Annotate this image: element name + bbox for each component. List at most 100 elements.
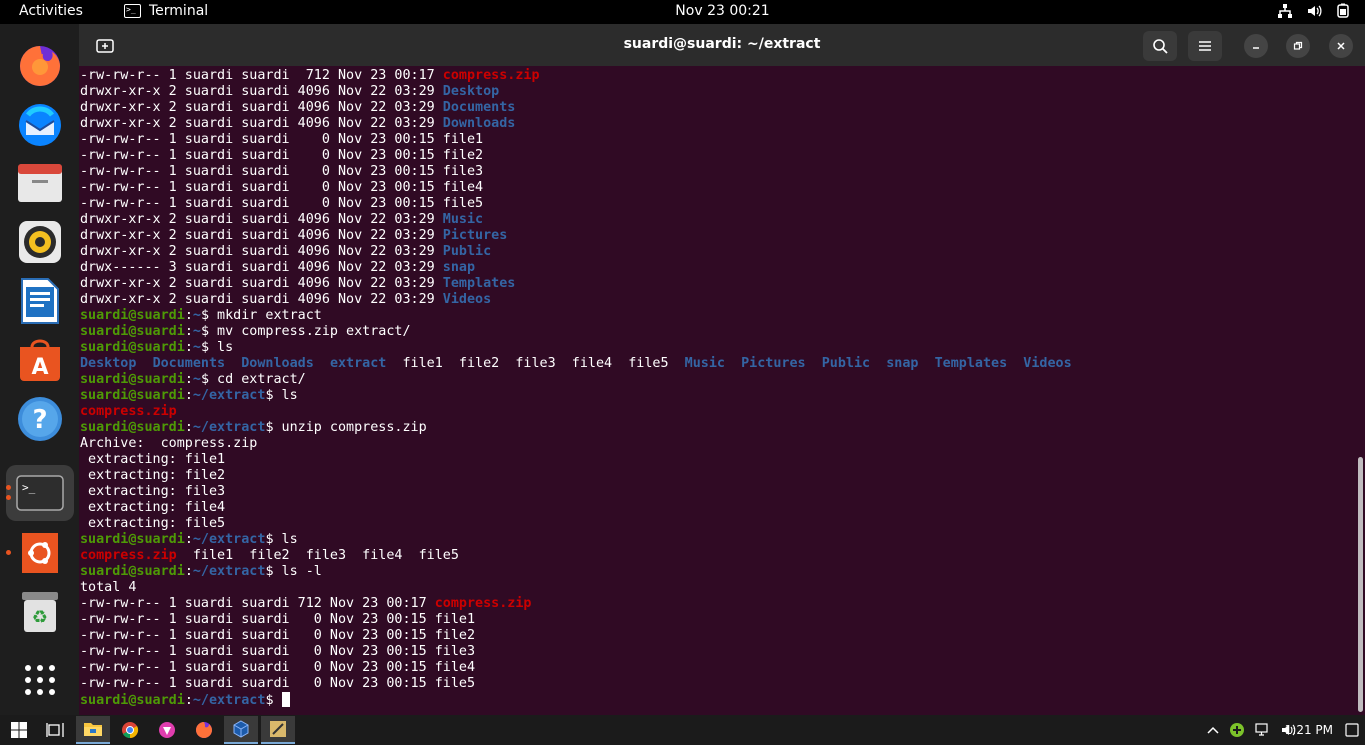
terminal-text: -rw-rw-r-- 1 suardi suardi 0 Nov 23 00:1… (80, 164, 484, 179)
taskbar-brave[interactable] (150, 716, 184, 744)
help-dock-icon[interactable]: ? (13, 392, 66, 445)
taskbar-active-app[interactable] (261, 716, 295, 744)
terminal-text: ~/extract (192, 564, 266, 579)
taskbar-file-explorer[interactable] (76, 716, 110, 744)
network-icon[interactable] (1255, 723, 1271, 737)
terminal-text: $ mv compress.zip extract/ (200, 324, 411, 339)
taskbar-clock[interactable]: 1:21 PM (1285, 723, 1333, 737)
minimize-icon (1253, 47, 1259, 49)
svg-text:A: A (31, 355, 48, 380)
network-icon[interactable] (1277, 3, 1293, 19)
terminal-text: drwxr-xr-x 2 suardi suardi 4096 Nov 22 0… (80, 116, 443, 131)
thunderbird-dock-icon[interactable] (13, 98, 66, 151)
brave-icon (159, 722, 175, 738)
terminal-text: $ (265, 693, 282, 708)
terminal-text: -rw-rw-r-- 1 suardi suardi 0 Nov 23 00:1… (80, 196, 484, 211)
terminal-text: -rw-rw-r-- 1 suardi suardi 712 Nov 23 00… (80, 596, 435, 611)
terminal-text: Templates (934, 356, 1008, 371)
ubuntu-installer-dock-icon[interactable] (13, 526, 66, 579)
update-status-icon[interactable] (1229, 722, 1245, 738)
notification-button[interactable] (1345, 723, 1359, 737)
terminal-text: file1 file2 file3 file4 file5 (176, 548, 459, 563)
terminal-text: suardi@suardi (80, 532, 185, 547)
windows-start-button[interactable] (2, 716, 36, 744)
terminal-text: extracting: file2 (80, 468, 226, 483)
terminal-text: extract (329, 356, 387, 371)
files-dock-icon[interactable] (13, 156, 66, 209)
close-button[interactable] (1329, 34, 1353, 58)
terminal-text: drwxr-xr-x 2 suardi suardi 4096 Nov 22 0… (80, 84, 443, 99)
terminal-text: -rw-rw-r-- 1 suardi suardi 0 Nov 23 00:1… (80, 132, 484, 147)
terminal-line: drwxr-xr-x 2 suardi suardi 4096 Nov 22 0… (80, 244, 1350, 260)
terminal-text: : (184, 372, 193, 387)
terminal-text: drwxr-xr-x 2 suardi suardi 4096 Nov 22 0… (80, 212, 443, 227)
terminal-dock-icon[interactable]: >_ (6, 465, 74, 521)
top-bar-clock[interactable]: Nov 23 00:21 (0, 3, 1365, 19)
search-button[interactable] (1143, 31, 1177, 61)
maximize-button[interactable] (1286, 34, 1310, 58)
svg-text:?: ? (32, 405, 47, 435)
terminal-line: -rw-rw-r-- 1 suardi suardi 0 Nov 23 00:1… (80, 164, 1350, 180)
terminal-line: suardi@suardi:~$ cd extract/ (80, 372, 1350, 388)
terminal-text: suardi@suardi (80, 388, 185, 403)
terminal-text: drwx------ 3 suardi suardi 4096 Nov 22 0… (80, 260, 443, 275)
terminal-text: extracting: file5 (80, 516, 226, 531)
show-applications-icon[interactable] (13, 653, 66, 706)
terminal-text: suardi@suardi (80, 324, 185, 339)
notification-icon (1345, 723, 1359, 737)
terminal-text: ~/extract (192, 532, 266, 547)
terminal-text: extracting: file3 (80, 484, 226, 499)
rhythmbox-dock-icon[interactable] (13, 215, 66, 268)
terminal-text: : (184, 308, 193, 323)
terminal-text: -rw-rw-r-- 1 suardi suardi 0 Nov 23 00:1… (80, 628, 476, 643)
terminal-line: -rw-rw-r-- 1 suardi suardi 712 Nov 23 00… (80, 68, 1350, 84)
terminal-text: extracting: file4 (80, 500, 226, 515)
terminal-line: drwxr-xr-x 2 suardi suardi 4096 Nov 22 0… (80, 292, 1350, 308)
folder-icon (84, 723, 102, 736)
terminal-text: drwxr-xr-x 2 suardi suardi 4096 Nov 22 0… (80, 292, 443, 307)
terminal-text: Music (684, 356, 725, 371)
task-view-icon (46, 723, 64, 737)
terminal-text: compress.zip (80, 548, 177, 563)
terminal-line: drwxr-xr-x 2 suardi suardi 4096 Nov 22 0… (80, 100, 1350, 116)
power-icon[interactable] (1335, 3, 1351, 19)
terminal-line: drwxr-xr-x 2 suardi suardi 4096 Nov 22 0… (80, 84, 1350, 100)
chevron-up-icon[interactable] (1207, 725, 1219, 735)
firefox-dock-icon[interactable] (13, 39, 66, 92)
taskbar-virtualbox[interactable] (224, 716, 258, 744)
taskbar-firefox[interactable] (187, 716, 221, 744)
terminal-text: Pictures (442, 228, 508, 243)
task-view-button[interactable] (38, 716, 72, 744)
terminal-line: extracting: file4 (80, 500, 1350, 516)
terminal-text: Templates (442, 276, 516, 291)
terminal-text: : (184, 420, 193, 435)
terminal-line: Desktop Documents Downloads extract file… (80, 356, 1350, 372)
trash-dock-icon[interactable]: ♻ (13, 585, 66, 638)
terminal-text: -rw-rw-r-- 1 suardi suardi 0 Nov 23 00:1… (80, 180, 484, 195)
terminal-headerbar[interactable]: suardi@suardi: ~/extract (79, 24, 1365, 66)
terminal-text: Videos (442, 292, 492, 307)
terminal-window[interactable]: suardi@suardi: ~/extract -rw-rw-r-- 1 su… (79, 24, 1365, 715)
terminal-text: Desktop (442, 84, 500, 99)
terminal-text: Music (442, 212, 484, 227)
terminal-text: : (184, 532, 193, 547)
system-tray[interactable] (1277, 3, 1351, 19)
libreoffice-writer-dock-icon[interactable] (13, 274, 66, 327)
terminal-text: : (184, 388, 193, 403)
terminal-line: Archive: compress.zip (80, 436, 1350, 452)
ubuntu-software-dock-icon[interactable]: A (13, 333, 66, 386)
terminal-line: extracting: file2 (80, 468, 1350, 484)
terminal-line: drwxr-xr-x 2 suardi suardi 4096 Nov 22 0… (80, 276, 1350, 292)
terminal-output[interactable]: -rw-rw-r-- 1 suardi suardi 712 Nov 23 00… (80, 68, 1350, 714)
running-indicator (6, 550, 11, 555)
taskbar-chrome[interactable] (113, 716, 147, 744)
minimize-button[interactable] (1244, 34, 1268, 58)
terminal-scrollbar[interactable] (1358, 457, 1363, 712)
menu-button[interactable] (1188, 31, 1222, 61)
terminal-text: drwxr-xr-x 2 suardi suardi 4096 Nov 22 0… (80, 276, 443, 291)
volume-icon[interactable] (1306, 3, 1322, 19)
